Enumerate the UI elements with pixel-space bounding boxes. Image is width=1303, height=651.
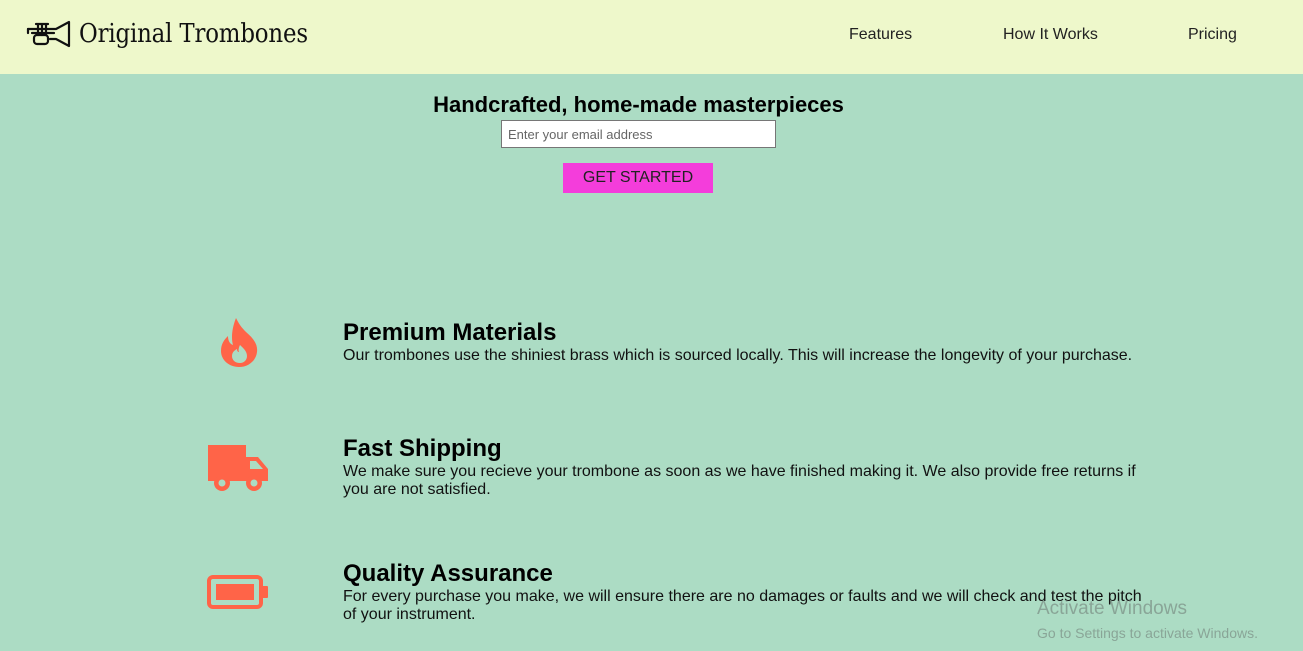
brand-logo[interactable]: Original Trombones <box>26 18 339 50</box>
truck-icon <box>208 445 268 491</box>
feature-title: Quality Assurance <box>343 560 553 587</box>
nav-link-features[interactable]: Features <box>849 26 912 44</box>
feature-title: Fast Shipping <box>343 435 502 462</box>
feature-description: Our trombones use the shiniest brass whi… <box>343 347 1133 364</box>
get-started-button[interactable]: GET STARTED <box>563 163 713 193</box>
hero-title: Handcrafted, home-made masterpieces <box>433 92 844 117</box>
email-input[interactable] <box>501 120 776 148</box>
feature-description: We make sure you recieve your trombone a… <box>343 463 1136 498</box>
battery-icon <box>207 575 268 609</box>
fire-icon <box>221 318 258 367</box>
trumpet-icon <box>26 20 71 48</box>
feature-description: For every purchase you make, we will ens… <box>343 588 1142 623</box>
nav-link-how-it-works[interactable]: How It Works <box>1003 26 1098 44</box>
nav-link-pricing[interactable]: Pricing <box>1188 26 1237 44</box>
site-header: Original Trombones Features How It Works… <box>0 0 1303 74</box>
feature-title: Premium Materials <box>343 319 557 346</box>
watermark-subtitle: Go to Settings to activate Windows. <box>1037 625 1258 641</box>
brand-name: Original Trombones <box>79 19 308 49</box>
